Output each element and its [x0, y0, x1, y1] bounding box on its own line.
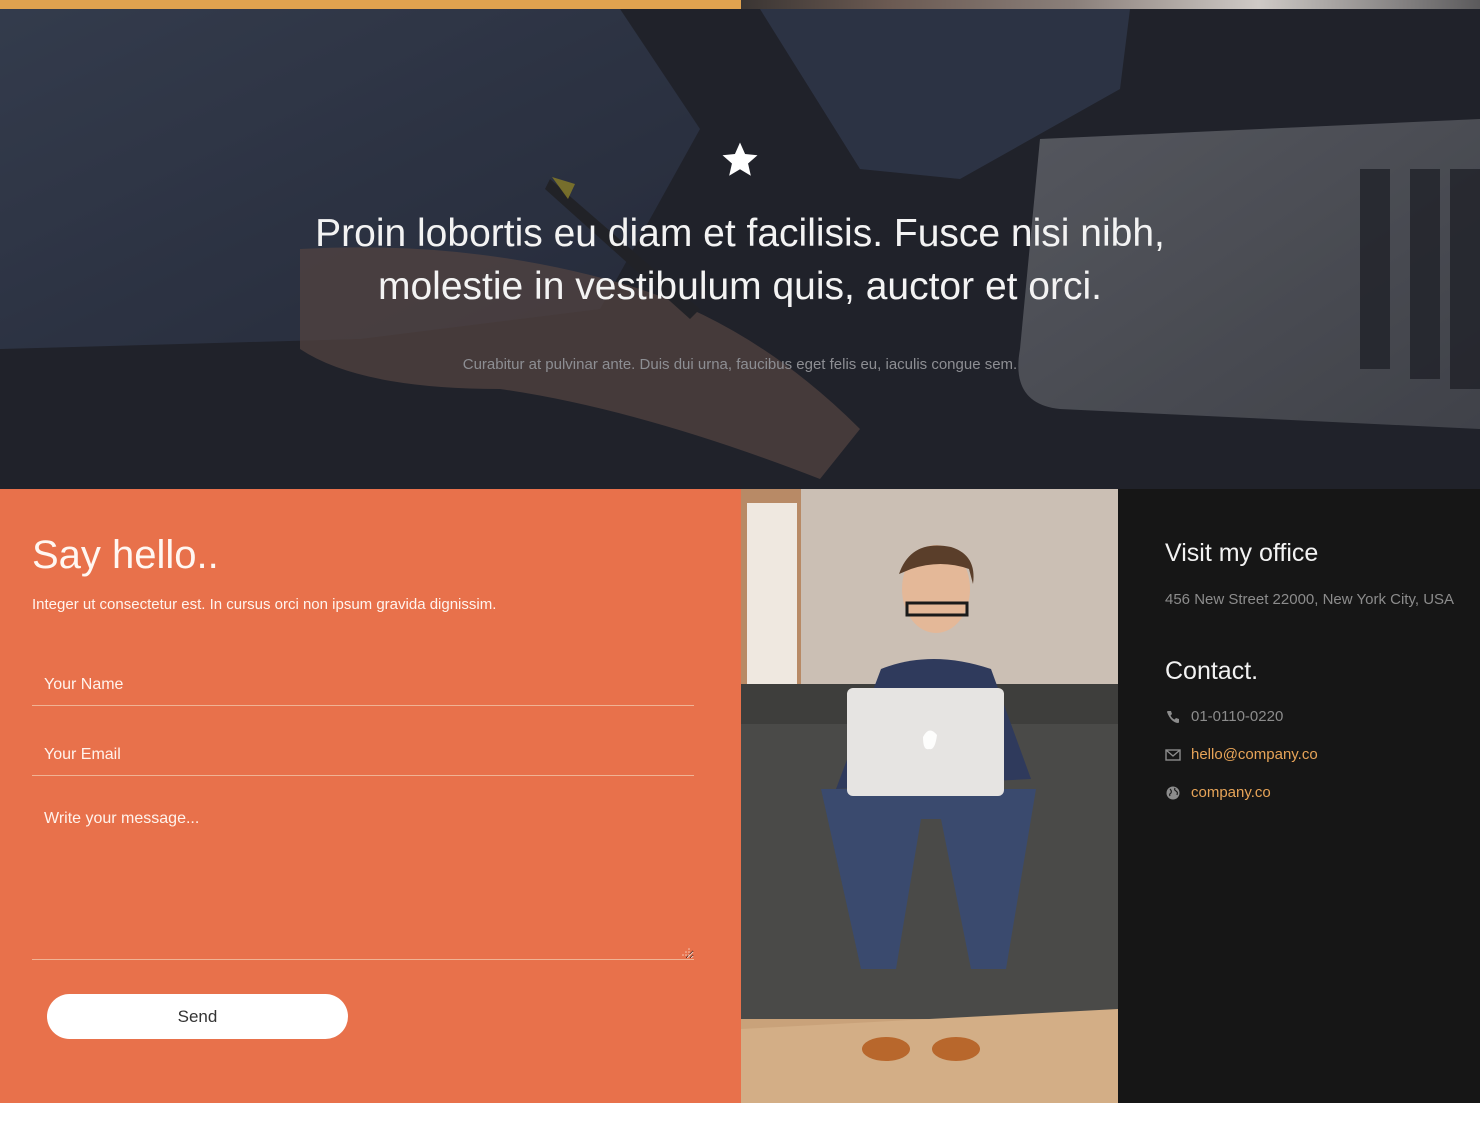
- phone-row: 01-0110-0220: [1165, 707, 1283, 727]
- globe-icon: [1166, 786, 1180, 800]
- phone-icon: [1167, 711, 1179, 723]
- office-address: 456 New Street 22000, New York City, USA: [1165, 591, 1455, 608]
- star-icon: [722, 142, 758, 176]
- hero-quote: Proin lobortis eu diam et facilisis. Fus…: [240, 207, 1240, 313]
- top-strip-accent: [0, 0, 741, 9]
- name-input[interactable]: [32, 664, 694, 706]
- phone-number: 01-0110-0220: [1191, 708, 1284, 725]
- hero-quote-line-1: Proin lobortis eu diam et facilisis. Fus…: [315, 212, 1165, 255]
- photo-illustration: [741, 489, 1118, 1103]
- form-subtitle: Integer ut consectetur est. In cursus or…: [32, 596, 497, 613]
- office-title: Visit my office: [1165, 539, 1319, 567]
- send-button[interactable]: Send: [47, 994, 348, 1039]
- top-image-strip: [0, 0, 1480, 9]
- testimonial-hero: Proin lobortis eu diam et facilisis. Fus…: [0, 9, 1480, 489]
- resize-grip-icon: [682, 948, 690, 956]
- person-with-laptop-photo: [741, 489, 1118, 1103]
- email-link[interactable]: hello@company.co: [1191, 745, 1318, 765]
- email-row: hello@company.co: [1165, 745, 1318, 765]
- email-input[interactable]: [32, 734, 694, 776]
- website-row: company.co: [1165, 783, 1271, 803]
- message-textarea[interactable]: [32, 804, 694, 960]
- form-title: Say hello..: [32, 533, 219, 577]
- envelope-icon: [1165, 749, 1181, 761]
- hero-content: Proin lobortis eu diam et facilisis. Fus…: [0, 9, 1480, 489]
- contact-title: Contact.: [1165, 657, 1259, 685]
- hero-subtext: Curabitur at pulvinar ante. Duis dui urn…: [462, 356, 1018, 373]
- textarea-resize-handle[interactable]: [682, 948, 690, 956]
- website-link[interactable]: company.co: [1191, 783, 1271, 803]
- hero-quote-line-2: molestie in vestibulum quis, auctor et o…: [378, 265, 1102, 308]
- top-strip-photo: [741, 0, 1480, 9]
